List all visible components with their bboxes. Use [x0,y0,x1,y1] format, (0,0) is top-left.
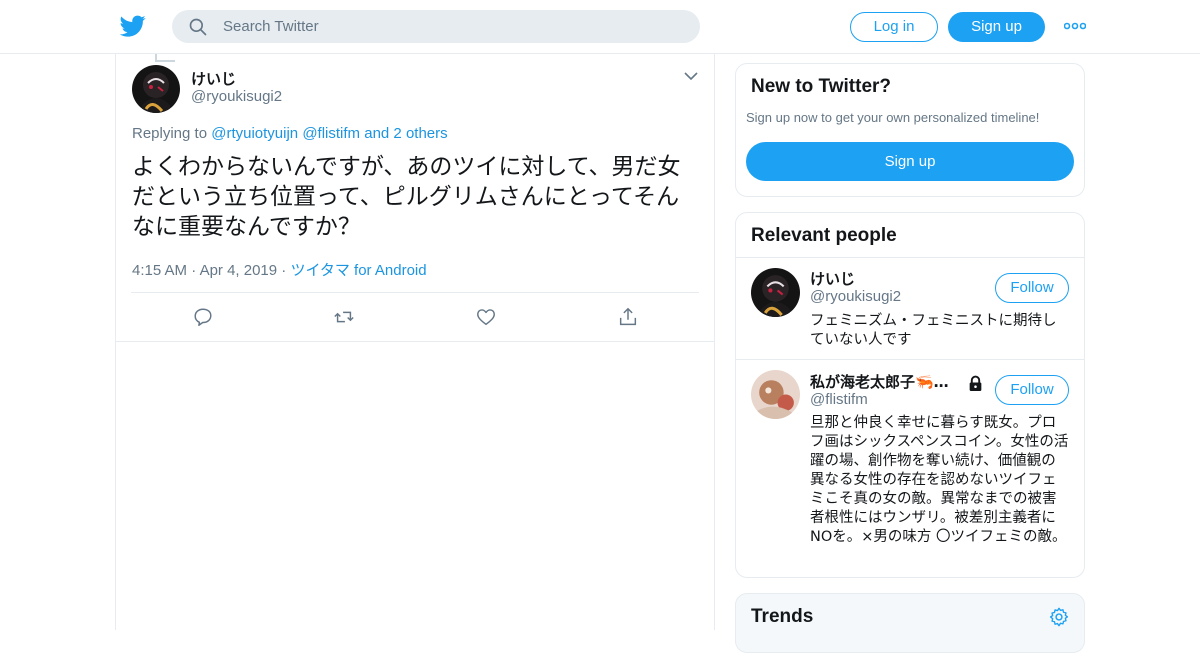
chevron-down-icon[interactable] [684,71,698,81]
avatar[interactable] [132,65,180,113]
thread-connector [155,60,175,62]
reply-icon[interactable] [192,306,214,328]
card-title: Relevant people [751,225,897,246]
replying-to-label: Replying to [132,125,208,142]
person-handle[interactable]: @flistifm [810,391,868,408]
twitter-bird-icon[interactable] [119,13,147,39]
card-title: Trends [751,606,814,627]
follow-button[interactable]: Follow [995,273,1069,303]
tweet-author-name[interactable]: けいじ [191,68,236,89]
trends-card: Trends [735,593,1085,653]
reply-user-link[interactable]: @rtyuiotyuijn [211,125,298,142]
follow-button[interactable]: Follow [995,375,1069,405]
meta-separator: · [191,262,197,279]
avatar-image [751,268,800,317]
lock-icon [969,375,982,391]
relevant-people-card: Relevant people けいじ @ryoukisugi2 Follow … [735,212,1085,578]
tweet-time[interactable]: 4:15 AM [132,262,187,279]
reply-others-link[interactable]: and 2 others [364,125,447,142]
tweet-metadata: 4:15 AM · Apr 4, 2019 · ツイタマ for Android [132,259,427,280]
divider [131,292,699,293]
avatar[interactable] [751,268,800,317]
search-input[interactable]: Search Twitter [223,18,319,35]
avatar-image [132,65,180,113]
divider [116,341,714,342]
card-subtitle: Sign up now to get your own personalized… [746,110,1040,125]
tweet-date[interactable]: Apr 4, 2019 [200,262,278,279]
person-name[interactable]: 私が海老太郎子🦐… [810,371,949,392]
person-name[interactable]: けいじ [810,268,855,289]
avatar-image [751,370,800,419]
tweet-text: よくわからないんですが、あのツイに対して、男だ女だという立ち位置って、ピルグリム… [132,154,681,240]
divider [736,257,1084,258]
new-to-twitter-card: New to Twitter? Sign up now to get your … [735,63,1085,197]
timeline-column: けいじ @ryoukisugi2 Replying to @rtyuiotyui… [115,54,715,630]
replying-to-line: Replying to @rtyuiotyuijn @flistifm and … [132,125,448,142]
meta-separator: · [281,262,287,279]
tweet-author-handle[interactable]: @ryoukisugi2 [191,88,282,105]
top-navigation-bar: Search Twitter Log in Sign up [0,0,1200,54]
reply-user-link[interactable]: @flistifm [302,125,360,142]
login-button[interactable]: Log in [850,12,938,42]
person-bio: フェミニズム・フェミニストに期待していない人です [810,313,1057,348]
like-icon[interactable] [475,306,497,328]
retweet-icon[interactable] [333,306,355,328]
signup-button[interactable]: Sign up [948,12,1045,42]
divider [736,359,1084,360]
person-bio: 旦那と仲良く幸せに暮らす既女。プロフ画はシックスペンスコイン。女性の活躍の場、創… [810,415,1069,545]
tweet-source-link[interactable]: ツイタマ for Android [290,262,426,279]
signup-button[interactable]: Sign up [746,142,1074,181]
gear-icon[interactable] [1048,606,1070,628]
search-icon [189,18,207,36]
card-title: New to Twitter? [751,76,892,97]
search-box[interactable]: Search Twitter [172,10,700,43]
share-icon[interactable] [617,306,639,328]
more-dots-icon[interactable] [1064,18,1086,34]
person-handle[interactable]: @ryoukisugi2 [810,288,901,305]
avatar[interactable] [751,370,800,419]
